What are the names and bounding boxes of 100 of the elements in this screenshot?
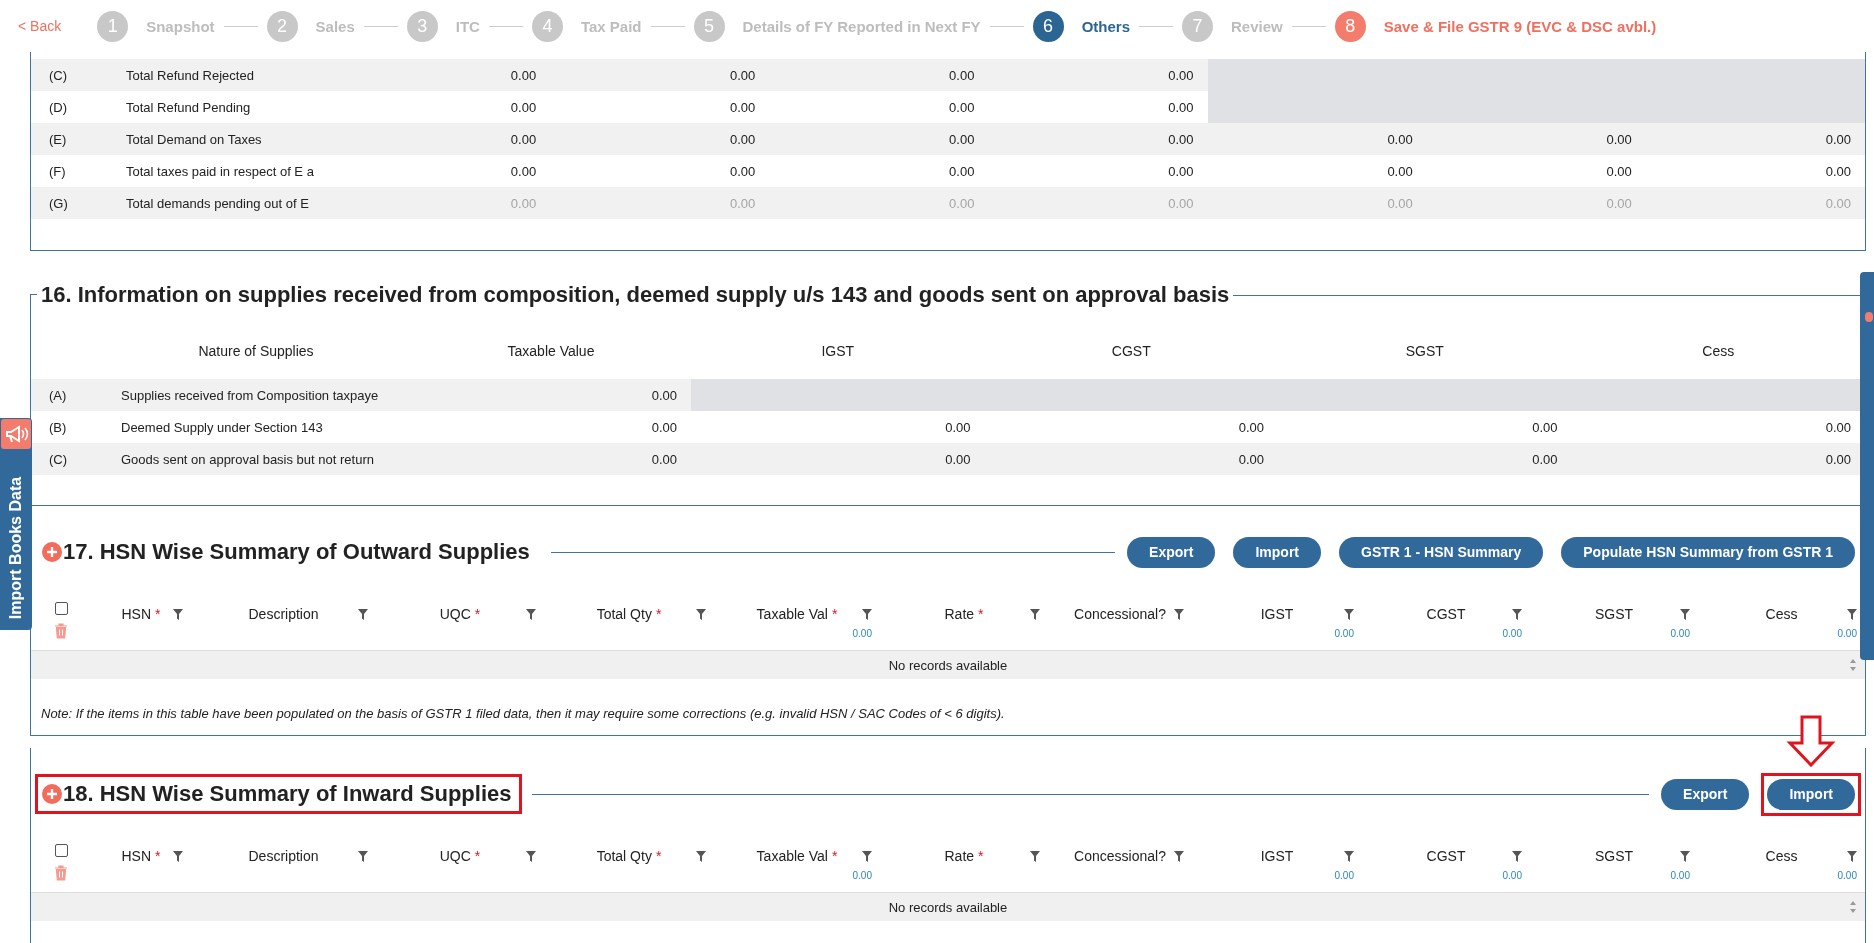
wizard-step[interactable]: 6 Others <box>1032 10 1130 42</box>
filter-icon[interactable] <box>173 609 183 620</box>
filter-icon[interactable] <box>1030 851 1040 862</box>
column-total: 0.00 <box>1502 628 1522 639</box>
required-mark: * <box>155 848 161 864</box>
table-cell-text: 0.00 <box>1167 99 1195 115</box>
column-header: Rate <box>944 848 975 864</box>
wizard-step[interactable]: 8 Save & File GSTR 9 (EVC & DSC avbl.) <box>1334 10 1657 42</box>
table-cell-text: 0.00 <box>650 451 678 467</box>
row-label: Total Refund Pending <box>126 99 252 115</box>
table-cell-text: 0.00 <box>948 195 976 211</box>
filter-icon[interactable] <box>1174 851 1184 862</box>
required-mark: * <box>978 606 984 622</box>
column-header: Total Qty <box>596 848 652 864</box>
section-title: 16. Information on supplies received from composition, deemed supply u/s 143 and goods sent on approval basis <box>40 282 1231 308</box>
filter-icon[interactable] <box>1030 609 1040 620</box>
action-button[interactable]: Export <box>1127 536 1216 568</box>
table-cell-text: 0.00 <box>1386 195 1414 211</box>
table-cell-text: 0.00 <box>944 419 972 435</box>
filter-icon[interactable] <box>1512 609 1522 620</box>
filter-icon[interactable] <box>696 609 706 620</box>
action-button[interactable]: Import <box>1767 778 1855 810</box>
table-cell-text: 0.00 <box>509 131 538 147</box>
select-all-checkbox[interactable] <box>54 602 68 615</box>
row-code: (G) <box>48 195 69 211</box>
side-handle[interactable] <box>1860 272 1874 660</box>
column-header: Nature of Supplies <box>197 343 315 359</box>
note-text: Note: If the items in this table have been populated on the basis of GSTR 1 filed data, then it may require some corrections (e.g. invalid HSN / SAC Codes of < 6 digits). <box>40 705 1006 723</box>
table-cell-text: 0.00 <box>1824 419 1852 435</box>
row-code: (D) <box>48 99 69 115</box>
filter-icon[interactable] <box>862 609 872 620</box>
column-total: 0.00 <box>1502 870 1522 881</box>
action-button[interactable]: Populate HSN Summary from GSTR 1 <box>1561 536 1855 568</box>
column-header: Description <box>248 848 319 864</box>
section-title: 18. HSN Wise Summary of Inward Supplies <box>63 781 513 807</box>
column-header: Concessional? <box>1074 606 1166 622</box>
add-icon[interactable] <box>42 784 62 804</box>
filter-icon[interactable] <box>526 609 536 620</box>
side-tab[interactable]: Import Books Data <box>0 418 32 630</box>
select-all-checkbox[interactable] <box>54 844 68 857</box>
column-total: 0.00 <box>852 628 872 639</box>
row-label: Total Demand on Taxes <box>126 131 263 147</box>
table-cell-text: 0.00 <box>1237 451 1265 467</box>
table-cell-text: 0.00 <box>1824 131 1852 147</box>
row-label: Deemed Supply under Section 143 <box>121 419 324 435</box>
filter-icon[interactable] <box>1512 851 1522 862</box>
table-cell-text: 0.00 <box>509 195 538 211</box>
column-header: SGST <box>1404 343 1445 359</box>
action-button[interactable]: Import <box>1233 536 1321 568</box>
filter-icon[interactable] <box>862 851 872 862</box>
required-mark: * <box>474 606 481 622</box>
filter-icon[interactable] <box>1680 851 1690 862</box>
required-mark: * <box>831 848 838 864</box>
column-header: HSN <box>121 848 152 864</box>
table-cell-text: 0.00 <box>1237 419 1265 435</box>
filter-icon[interactable] <box>1344 851 1354 862</box>
filter-icon[interactable] <box>358 851 368 862</box>
column-header: Description <box>248 606 319 622</box>
table-cell-text: 0.00 <box>509 99 538 115</box>
filter-icon[interactable] <box>1344 609 1354 620</box>
row-code: (C) <box>48 451 69 467</box>
column-header: Cess <box>1765 848 1798 864</box>
table-cell-text: 0.00 <box>1824 163 1852 179</box>
filter-icon[interactable] <box>1174 609 1184 620</box>
table-cell-text: 0.00 <box>1531 419 1559 435</box>
action-button[interactable]: Export <box>1661 778 1750 810</box>
table-cell-text: 0.00 <box>1167 131 1195 147</box>
table-cell-text: 0.00 <box>1167 195 1195 211</box>
add-icon[interactable] <box>42 542 62 562</box>
filter-icon[interactable] <box>696 851 706 862</box>
table-cell-text: 0.00 <box>1824 451 1852 467</box>
column-header: UQC <box>439 606 471 622</box>
filter-icon[interactable] <box>1847 851 1857 862</box>
table-cell-text: 0.00 <box>1605 163 1633 179</box>
table-cell-text: 0.00 <box>1824 195 1852 211</box>
column-total: 0.00 <box>1837 628 1857 639</box>
filter-icon[interactable] <box>526 851 536 862</box>
filter-icon[interactable] <box>173 851 183 862</box>
column-header: Total Qty <box>596 606 652 622</box>
row-code: (B) <box>48 419 68 435</box>
column-header: SGST <box>1594 606 1634 622</box>
table-cell-text: 0.00 <box>1386 131 1414 147</box>
table-cell-text: 0.00 <box>1605 195 1633 211</box>
column-header: Cess <box>1701 343 1736 359</box>
row-code: (F) <box>48 163 67 179</box>
column-header: Taxable Val <box>756 606 828 622</box>
column-header: Concessional? <box>1074 848 1166 864</box>
filter-icon[interactable] <box>1847 609 1857 620</box>
section-title: 17. HSN Wise Summary of Outward Supplies <box>63 539 531 565</box>
table-cell-text: 0.00 <box>948 131 976 147</box>
filter-icon[interactable] <box>358 609 368 620</box>
row-label: Total demands pending out of E <box>126 195 310 211</box>
filter-icon[interactable] <box>1680 609 1690 620</box>
action-button[interactable]: GSTR 1 - HSN Summary <box>1339 536 1544 568</box>
back-link[interactable]: < Back <box>18 18 62 34</box>
table-cell-text: 0.00 <box>509 67 538 83</box>
column-header: IGST <box>1260 848 1294 864</box>
table-cell-text: 0.00 <box>509 163 538 179</box>
table-cell-text: 0.00 <box>728 195 757 211</box>
column-header: IGST <box>820 343 856 359</box>
